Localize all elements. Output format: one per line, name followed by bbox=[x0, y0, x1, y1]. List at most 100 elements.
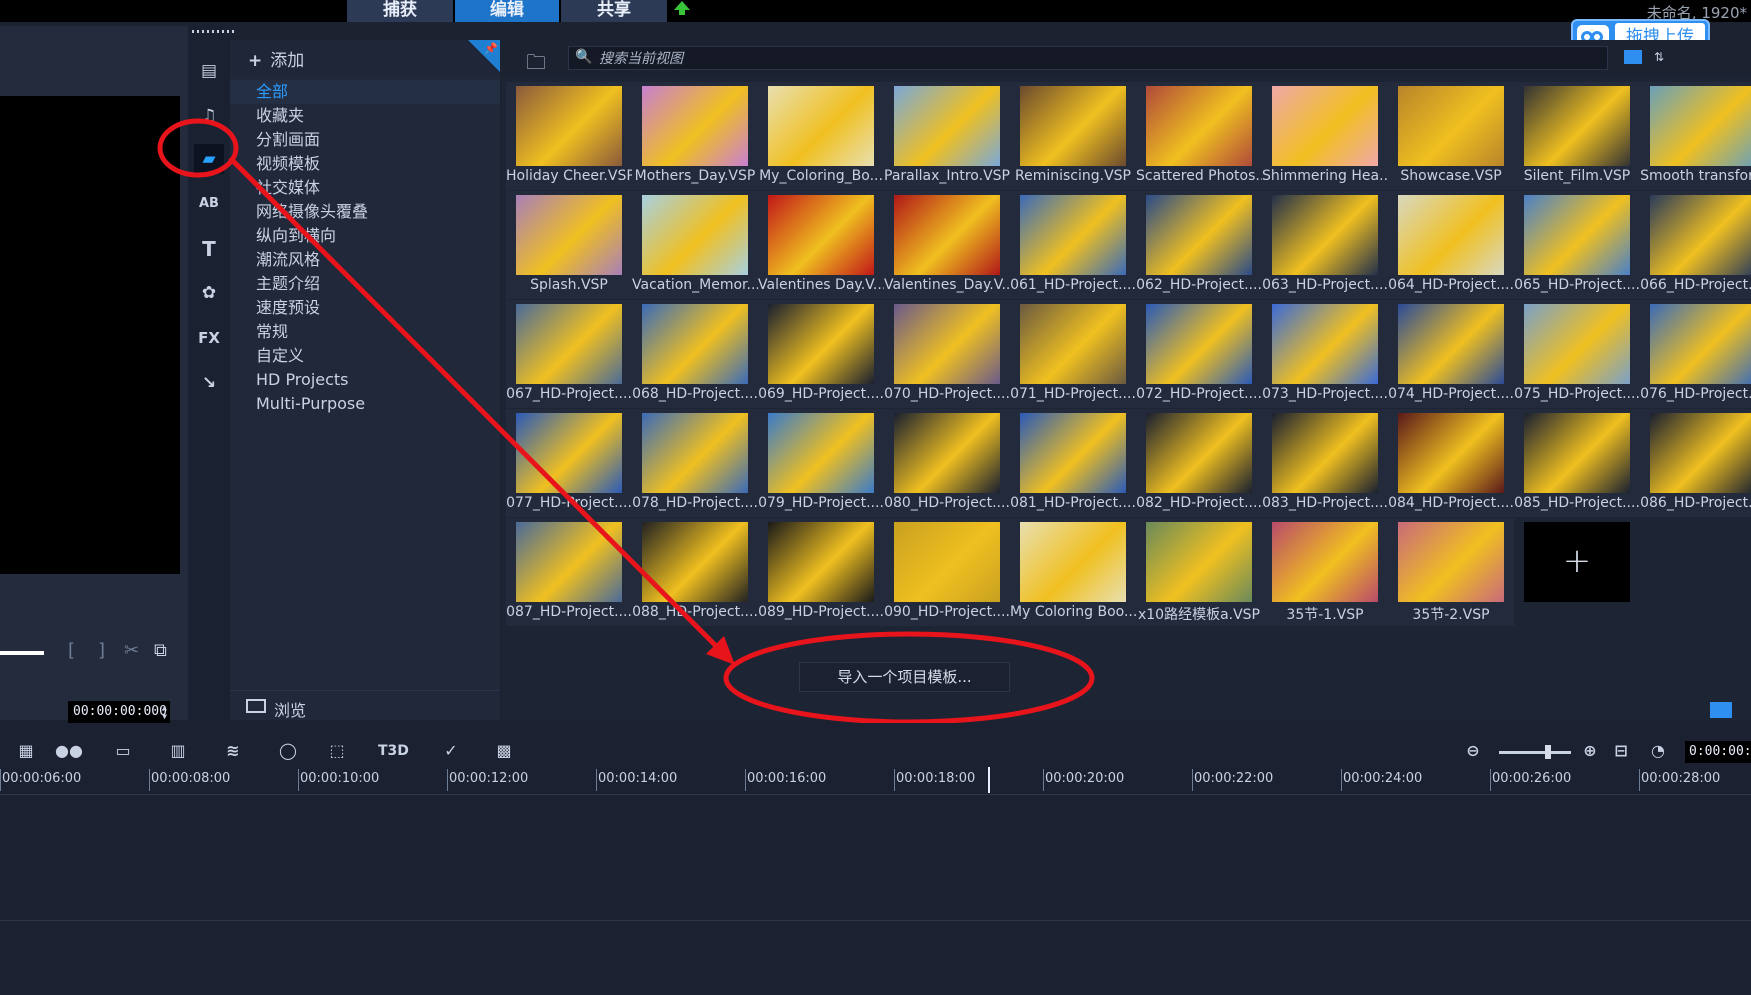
template-thumbnail[interactable]: 071_HD-Project.... bbox=[1010, 300, 1136, 408]
media-icon[interactable]: ▤ bbox=[194, 56, 224, 86]
storyboard-view-icon[interactable]: ▦ bbox=[12, 739, 40, 763]
template-thumbnail[interactable]: 080_HD-Project.... bbox=[884, 409, 1010, 517]
template-thumbnail[interactable]: 062_HD-Project.... bbox=[1136, 191, 1262, 299]
multi-camera-icon[interactable]: ▥ bbox=[164, 739, 192, 763]
zoom-slider-thumb[interactable] bbox=[1545, 745, 1551, 759]
tab-capture[interactable]: 捕获 bbox=[347, 0, 453, 22]
template-thumbnail[interactable]: 077_HD-Project.... bbox=[506, 409, 632, 517]
mark-out-button[interactable]: ] bbox=[98, 640, 105, 661]
fx-icon[interactable]: FX bbox=[194, 323, 224, 353]
template-thumbnail[interactable]: 074_HD-Project.... bbox=[1388, 300, 1514, 408]
template-thumbnail[interactable]: 084_HD-Project.... bbox=[1388, 409, 1514, 517]
audio-ducking-icon[interactable]: ✓ bbox=[437, 739, 465, 763]
template-thumbnail[interactable]: 082_HD-Project.... bbox=[1136, 409, 1262, 517]
template-thumbnail[interactable]: 073_HD-Project.... bbox=[1262, 300, 1388, 408]
template-thumbnail[interactable]: 065_HD-Project.... bbox=[1514, 191, 1640, 299]
template-thumbnail[interactable]: My_Coloring_Bo... bbox=[758, 82, 884, 190]
template-thumbnail[interactable]: Scattered Photos... bbox=[1136, 82, 1262, 190]
music-icon[interactable]: ♫ bbox=[194, 101, 224, 131]
template-thumbnail[interactable]: 076_HD-Project.... bbox=[1640, 300, 1751, 408]
template-thumbnail[interactable]: 072_HD-Project.... bbox=[1136, 300, 1262, 408]
mask-icon[interactable]: ◯ bbox=[274, 739, 302, 763]
add-category-row[interactable]: + 添加 bbox=[230, 40, 500, 76]
category-item[interactable]: 速度预设 bbox=[230, 296, 500, 320]
auto-music-icon[interactable]: ▩ bbox=[490, 739, 518, 763]
tab-edit[interactable]: 编辑 bbox=[455, 0, 559, 22]
fit-project-icon[interactable]: ⊟ bbox=[1607, 739, 1635, 763]
template-thumbnail[interactable]: 079_HD-Project.... bbox=[758, 409, 884, 517]
pin-icon[interactable] bbox=[468, 40, 500, 72]
category-item[interactable]: 纵向到横向 bbox=[230, 224, 500, 248]
category-item[interactable]: Multi-Purpose bbox=[230, 392, 500, 416]
folder-icon[interactable]: 🗀 bbox=[526, 48, 546, 82]
template-thumbnail[interactable]: 061_HD-Project.... bbox=[1010, 191, 1136, 299]
template-thumbnail[interactable]: 086_HD-Project.... bbox=[1640, 409, 1751, 517]
zoom-slider[interactable] bbox=[1499, 745, 1571, 759]
mark-in-button[interactable]: [ bbox=[68, 640, 75, 661]
template-thumbnail[interactable]: Silent_Film.VSP bbox=[1514, 82, 1640, 190]
timecode-display[interactable]: 00:00:00:000 ▲ ▼ bbox=[68, 701, 170, 723]
instant-project-icon[interactable]: ▰ bbox=[194, 144, 224, 174]
template-thumbnail[interactable]: 066_HD-Project.... bbox=[1640, 191, 1751, 299]
category-item[interactable]: 收藏夹 bbox=[230, 104, 500, 128]
template-thumbnail[interactable]: 087_HD-Project.... bbox=[506, 518, 632, 626]
copy-clip-icon[interactable]: ⧉ bbox=[154, 640, 167, 661]
template-thumbnail[interactable]: 090_HD-Project.... bbox=[884, 518, 1010, 626]
3d-title-button[interactable]: T3D bbox=[378, 739, 409, 763]
template-thumbnail[interactable]: 085_HD-Project.... bbox=[1514, 409, 1640, 517]
path-icon[interactable]: ↘ bbox=[194, 368, 224, 398]
category-item[interactable]: 分割画面 bbox=[230, 128, 500, 152]
template-thumbnail[interactable]: My Coloring Boo... bbox=[1010, 518, 1136, 626]
category-item[interactable]: 网络摄像头覆叠 bbox=[230, 200, 500, 224]
template-thumbnail[interactable]: 069_HD-Project.... bbox=[758, 300, 884, 408]
template-thumbnail[interactable]: Smooth transfor... bbox=[1640, 82, 1751, 190]
subtitle-icon[interactable]: ▭ bbox=[109, 739, 137, 763]
grip-handle[interactable] bbox=[192, 30, 236, 33]
template-thumbnail[interactable]: Shimmering Hea... bbox=[1262, 82, 1388, 190]
category-item[interactable]: 视频模板 bbox=[230, 152, 500, 176]
upload-arrow-icon[interactable] bbox=[674, 1, 690, 15]
clock-icon[interactable]: ◔ bbox=[1644, 739, 1672, 763]
category-item[interactable]: 全部 bbox=[230, 80, 500, 104]
gallery-mode-icon[interactable] bbox=[1710, 702, 1732, 718]
transition-icon[interactable]: AB bbox=[194, 189, 224, 219]
template-thumbnail[interactable]: x10路经模板a.VSP bbox=[1136, 518, 1262, 626]
browse-button[interactable]: 浏览 bbox=[230, 690, 500, 720]
search-box[interactable]: 🔍 bbox=[568, 46, 1608, 70]
template-thumbnail[interactable]: Valentines Day.V... bbox=[758, 191, 884, 299]
template-thumbnail[interactable]: 075_HD-Project.... bbox=[1514, 300, 1640, 408]
category-item[interactable]: 社交媒体 bbox=[230, 176, 500, 200]
graphics-icon[interactable]: ✿ bbox=[194, 278, 224, 308]
template-thumbnail[interactable]: 067_HD-Project.... bbox=[506, 300, 632, 408]
playhead[interactable] bbox=[988, 767, 990, 793]
template-thumbnail[interactable]: 078_HD-Project.... bbox=[632, 409, 758, 517]
sort-icon[interactable]: ⇅ bbox=[1654, 50, 1664, 64]
template-thumbnail[interactable]: Showcase.VSP bbox=[1388, 82, 1514, 190]
zoom-in-icon[interactable]: ⊕ bbox=[1576, 739, 1604, 763]
category-item[interactable]: HD Projects bbox=[230, 368, 500, 392]
add-button[interactable]: + 添加 bbox=[248, 46, 304, 71]
template-thumbnail[interactable]: 081_HD-Project.... bbox=[1010, 409, 1136, 517]
timeline-ruler[interactable]: 00:00:06:00 00:00:08:00 00:00:10:00 00:00:1… bbox=[0, 765, 1751, 795]
template-thumbnail[interactable]: Splash.VSP bbox=[506, 191, 632, 299]
template-thumbnail[interactable]: 083_HD-Project.... bbox=[1262, 409, 1388, 517]
search-input[interactable] bbox=[599, 47, 1589, 69]
category-item[interactable]: 自定义 bbox=[230, 344, 500, 368]
template-thumbnail[interactable]: Mothers_Day.VSP bbox=[632, 82, 758, 190]
scissors-icon[interactable]: ✂ bbox=[124, 640, 139, 661]
zoom-out-icon[interactable]: ⊖ bbox=[1459, 739, 1487, 763]
template-thumbnail[interactable]: 064_HD-Project.... bbox=[1388, 191, 1514, 299]
template-thumbnail[interactable]: 063_HD-Project.... bbox=[1262, 191, 1388, 299]
category-item[interactable]: 潮流风格 bbox=[230, 248, 500, 272]
template-thumbnail[interactable]: Holiday Cheer.VSP bbox=[506, 82, 632, 190]
motion-tracking-icon[interactable]: ≋ bbox=[219, 739, 247, 763]
template-thumbnail[interactable]: 35节-2.VSP bbox=[1388, 518, 1514, 626]
preview-screen[interactable] bbox=[0, 96, 180, 574]
template-thumbnail[interactable]: 068_HD-Project.... bbox=[632, 300, 758, 408]
pan-zoom-icon[interactable]: ⬚ bbox=[323, 739, 351, 763]
tab-share[interactable]: 共享 bbox=[561, 0, 667, 22]
track-area[interactable] bbox=[0, 796, 1751, 995]
import-project-template-button[interactable]: 导入一个项目模板... bbox=[799, 662, 1010, 692]
template-thumbnail[interactable]: 35节-1.VSP bbox=[1262, 518, 1388, 626]
template-thumbnail[interactable]: 088_HD-Project.... bbox=[632, 518, 758, 626]
